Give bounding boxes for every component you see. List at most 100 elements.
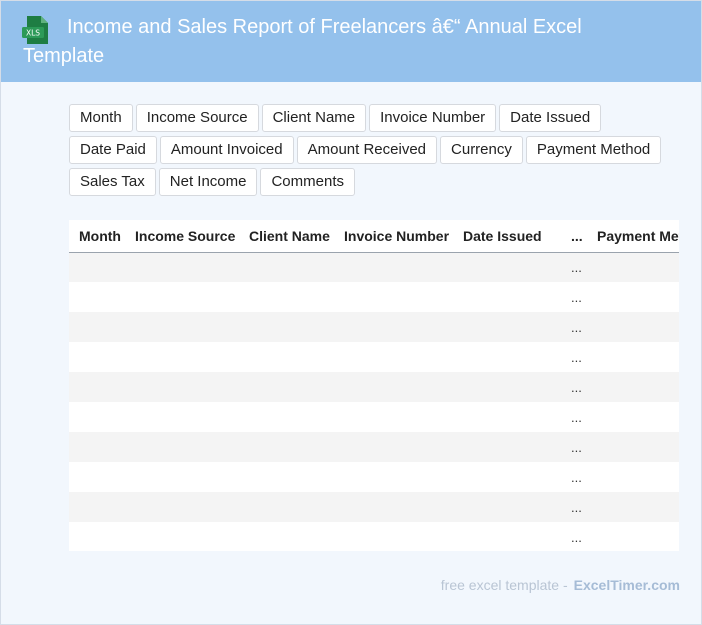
table-cell[interactable] [453, 252, 561, 282]
table-cell[interactable] [69, 402, 125, 432]
table-cell[interactable] [239, 402, 334, 432]
table-cell[interactable] [587, 372, 679, 402]
table-cell[interactable] [239, 522, 334, 551]
field-chip[interactable]: Invoice Number [369, 104, 497, 132]
table-cell[interactable] [453, 312, 561, 342]
table-cell[interactable]: ... [561, 372, 587, 402]
column-header[interactable]: Month [69, 220, 125, 253]
table-row: ... [69, 462, 679, 492]
table-cell[interactable]: ... [561, 462, 587, 492]
table-cell[interactable] [334, 522, 453, 551]
table-cell[interactable]: ... [561, 492, 587, 522]
table-cell[interactable] [239, 372, 334, 402]
table-cell[interactable] [334, 462, 453, 492]
field-chip[interactable]: Income Source [135, 104, 259, 132]
table-cell[interactable] [587, 402, 679, 432]
table-cell[interactable] [69, 462, 125, 492]
table-cell[interactable] [239, 252, 334, 282]
table-cell[interactable] [125, 342, 239, 372]
table-cell[interactable] [125, 522, 239, 551]
column-header[interactable]: Payment Method [587, 220, 679, 253]
table-cell[interactable] [453, 342, 561, 372]
table-cell[interactable] [334, 342, 453, 372]
table-cell[interactable] [125, 282, 239, 312]
table-cell[interactable] [334, 492, 453, 522]
field-chip[interactable]: Amount Invoiced [159, 136, 294, 164]
table-cell[interactable] [69, 312, 125, 342]
column-header[interactable]: ... [561, 220, 587, 253]
table-cell[interactable] [587, 462, 679, 492]
table-cell[interactable] [453, 282, 561, 312]
table-cell[interactable]: ... [561, 522, 587, 551]
table-cell[interactable] [69, 522, 125, 551]
table-cell[interactable]: ... [561, 282, 587, 312]
table-cell[interactable] [334, 282, 453, 312]
table-cell[interactable] [453, 432, 561, 462]
table-cell[interactable] [453, 462, 561, 492]
table-cell[interactable]: ... [561, 312, 587, 342]
field-chip[interactable]: Date Issued [499, 104, 602, 132]
field-chip[interactable]: Sales Tax [69, 168, 156, 196]
table-cell[interactable] [587, 522, 679, 551]
field-chip[interactable]: Month [69, 104, 133, 132]
table-cell[interactable] [69, 432, 125, 462]
table-cell[interactable] [239, 312, 334, 342]
report-table: Month Income Source Client Name Invoice Num… [69, 220, 679, 551]
table-cell[interactable] [587, 282, 679, 312]
table-cell[interactable] [453, 522, 561, 551]
table-cell[interactable] [239, 432, 334, 462]
table-cell[interactable] [125, 402, 239, 432]
column-header[interactable]: Income Source [125, 220, 239, 253]
column-header[interactable]: Client Name [239, 220, 334, 253]
table-cell[interactable] [334, 432, 453, 462]
table-cell[interactable]: ... [561, 342, 587, 372]
field-chip[interactable]: Client Name [261, 104, 367, 132]
table-cell[interactable] [125, 492, 239, 522]
table-cell[interactable] [587, 432, 679, 462]
table-cell[interactable] [125, 432, 239, 462]
table-cell[interactable] [239, 282, 334, 312]
table-cell[interactable] [69, 282, 125, 312]
table-cell[interactable]: ... [561, 402, 587, 432]
table-cell[interactable] [125, 252, 239, 282]
table-row: ... [69, 432, 679, 462]
table-cell[interactable] [453, 492, 561, 522]
field-chip[interactable]: Payment Method [525, 136, 662, 164]
table-cell[interactable] [69, 372, 125, 402]
field-chip[interactable]: Date Paid [69, 136, 157, 164]
table-cell[interactable] [587, 312, 679, 342]
field-chip[interactable]: Net Income [158, 168, 258, 196]
column-header[interactable]: Date Issued [453, 220, 561, 253]
table-cell[interactable] [587, 492, 679, 522]
table-row: ... [69, 402, 679, 432]
footer-text: free excel template - [440, 577, 568, 593]
table-cell[interactable] [125, 462, 239, 492]
table-cell[interactable] [69, 492, 125, 522]
table-row: ... [69, 342, 679, 372]
column-header[interactable]: Invoice Number [334, 220, 453, 253]
field-chip[interactable]: Currency [440, 136, 523, 164]
field-chip[interactable]: Comments [260, 168, 355, 196]
table-cell[interactable] [69, 342, 125, 372]
table-cell[interactable]: ... [561, 432, 587, 462]
table-cell[interactable] [125, 312, 239, 342]
table-cell[interactable] [334, 372, 453, 402]
footer-brand-link[interactable]: ExcelTimer.com [574, 577, 680, 593]
table-row: ... [69, 372, 679, 402]
table-cell[interactable] [334, 402, 453, 432]
table-cell[interactable] [587, 342, 679, 372]
report-table-scroll[interactable]: Month Income Source Client Name Invoice Num… [69, 220, 679, 551]
table-cell[interactable] [453, 372, 561, 402]
table-cell[interactable] [239, 492, 334, 522]
field-chip[interactable]: Amount Received [296, 136, 438, 164]
table-cell[interactable] [239, 462, 334, 492]
table-cell[interactable] [125, 372, 239, 402]
table-header-row: Month Income Source Client Name Invoice Num… [69, 220, 679, 253]
table-cell[interactable] [587, 252, 679, 282]
table-cell[interactable] [453, 402, 561, 432]
table-cell[interactable]: ... [561, 252, 587, 282]
table-cell[interactable] [69, 252, 125, 282]
table-cell[interactable] [239, 342, 334, 372]
table-cell[interactable] [334, 312, 453, 342]
table-cell[interactable] [334, 252, 453, 282]
